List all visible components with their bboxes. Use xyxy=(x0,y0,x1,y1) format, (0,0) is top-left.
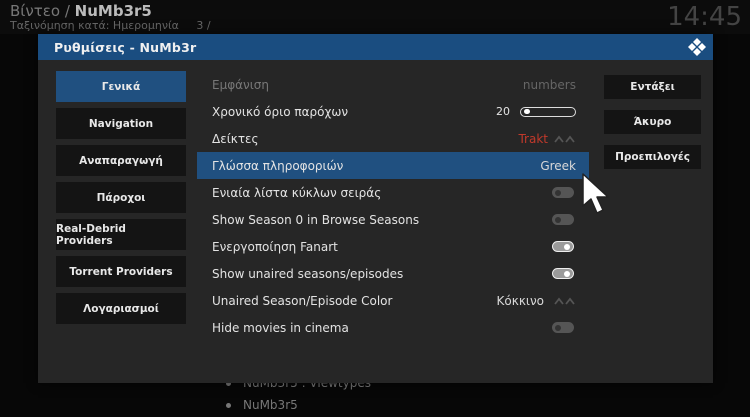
toggle-switch[interactable] xyxy=(552,214,574,225)
setting-label: Ενιαία λίστα κύκλων σειράς xyxy=(212,185,382,200)
setting-value: Κόκκινο xyxy=(496,293,544,308)
category-navigation[interactable]: Navigation xyxy=(56,108,186,139)
timeout-slider[interactable] xyxy=(520,106,576,117)
toggle-switch[interactable] xyxy=(552,241,574,252)
kodi-logo-icon[interactable] xyxy=(687,37,707,57)
dialog-header: Ρυθμίσεις - NuMb3r xyxy=(38,34,713,60)
action-buttons: Εντάξει Άκυρο Προεπιλογές xyxy=(604,75,701,180)
setting-enable-fanart[interactable]: Ενεργοποίηση Fanart xyxy=(197,233,589,260)
setting-display[interactable]: Εμφάνιση numbers xyxy=(197,71,589,98)
category-list: Γενικά Navigation Αναπαραγωγή Πάροχοι Re… xyxy=(56,71,186,330)
sort-info: Ταξινόμηση κατά: Ημερομηνία 3 / xyxy=(10,19,211,32)
slider-knob[interactable] xyxy=(524,108,530,114)
breadcrumb-prefix: Βίντεο / xyxy=(10,2,70,20)
spinner-arrows-icon[interactable] xyxy=(554,134,576,144)
setting-value: Trakt xyxy=(518,131,548,146)
category-torrent[interactable]: Torrent Providers xyxy=(56,256,186,287)
setting-show-unaired[interactable]: Show unaired seasons/episodes xyxy=(197,260,589,287)
cancel-button[interactable]: Άκυρο xyxy=(604,110,701,134)
category-providers[interactable]: Πάροχοι xyxy=(56,182,186,213)
bullet-icon xyxy=(226,402,231,408)
category-playback[interactable]: Αναπαραγωγή xyxy=(56,145,186,176)
setting-label: Γλώσσα πληροφοριών xyxy=(212,158,344,173)
category-accounts[interactable]: Λογαριασμοί xyxy=(56,293,186,324)
setting-label: Ενεργοποίηση Fanart xyxy=(212,239,338,254)
setting-label: Χρονικό όριο παρόχων xyxy=(212,104,349,119)
settings-dialog: Ρυθμίσεις - NuMb3r Γενικά Navigation Ανα… xyxy=(38,34,713,383)
setting-value: numbers xyxy=(522,77,576,92)
setting-unaired-color[interactable]: Unaired Season/Episode Color Κόκκινο xyxy=(197,287,589,314)
setting-info-language[interactable]: Γλώσσα πληροφοριών Greek xyxy=(197,152,589,179)
setting-value: Greek xyxy=(540,158,576,173)
spinner-arrows-icon[interactable] xyxy=(554,296,576,306)
setting-hide-cinema-movies[interactable]: Hide movies in cinema xyxy=(197,314,589,341)
slider-value: 20 xyxy=(496,105,510,118)
setting-label: Unaired Season/Episode Color xyxy=(212,293,393,308)
list-item[interactable]: NuMb3r5 xyxy=(220,394,520,416)
sort-count: 3 / xyxy=(196,19,211,32)
setting-show-season-0[interactable]: Show Season 0 in Browse Seasons xyxy=(197,206,589,233)
toggle-switch[interactable] xyxy=(552,268,574,279)
mouse-cursor-icon xyxy=(582,173,609,214)
toggle-switch[interactable] xyxy=(552,187,574,198)
ok-button[interactable]: Εντάξει xyxy=(604,75,701,99)
setting-label: Δείκτες xyxy=(212,131,259,146)
setting-label: Show unaired seasons/episodes xyxy=(212,266,404,281)
breadcrumb-addon: NuMb3r5 xyxy=(74,2,152,20)
category-general[interactable]: Γενικά xyxy=(56,71,186,102)
setting-provider-timeout[interactable]: Χρονικό όριο παρόχων 20 xyxy=(197,98,589,125)
settings-list: Εμφάνιση numbers Χρονικό όριο παρόχων 20… xyxy=(197,71,589,341)
setting-label: Show Season 0 in Browse Seasons xyxy=(212,212,420,227)
clock: 14:45 xyxy=(667,2,742,32)
setting-unified-season-list[interactable]: Ενιαία λίστα κύκλων σειράς xyxy=(197,179,589,206)
defaults-button[interactable]: Προεπιλογές xyxy=(604,145,701,169)
setting-label: Hide movies in cinema xyxy=(212,320,349,335)
category-real-debrid[interactable]: Real-Debrid Providers xyxy=(56,219,186,250)
toggle-switch[interactable] xyxy=(552,322,574,333)
setting-label: Εμφάνιση xyxy=(212,77,270,92)
dialog-title: Ρυθμίσεις - NuMb3r xyxy=(54,39,197,55)
breadcrumb: Βίντεο / NuMb3r5 xyxy=(10,2,152,20)
sort-text: Ταξινόμηση κατά: Ημερομηνία xyxy=(10,19,179,32)
setting-indicators[interactable]: Δείκτες Trakt xyxy=(197,125,589,152)
